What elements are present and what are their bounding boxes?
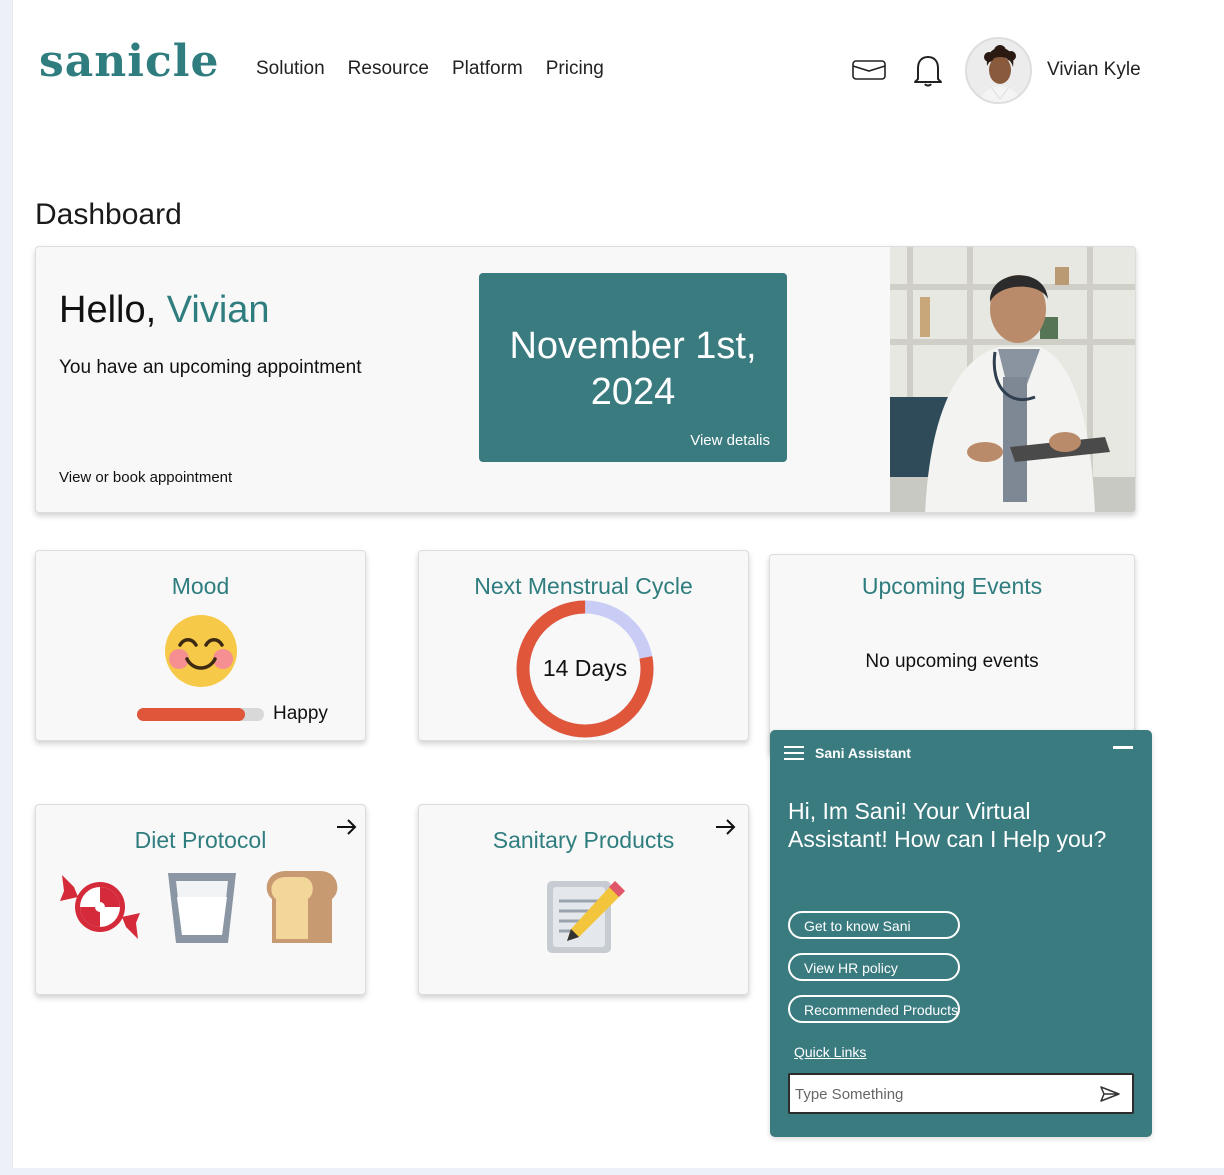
sanitary-products-card[interactable]: Sanitary Products [418, 804, 749, 995]
avatar[interactable] [965, 37, 1032, 104]
welcome-card: Hello, Vivian You have an upcoming appoi… [35, 246, 1136, 513]
sanicle-logo[interactable]: sanicle [39, 36, 220, 87]
page-title: Dashboard [35, 198, 182, 231]
hamburger-menu-icon[interactable] [784, 745, 804, 761]
menstrual-cycle-card[interactable]: Next Menstrual Cycle 14 Days [418, 550, 749, 741]
arrow-right-icon[interactable] [336, 818, 358, 836]
bread-icon [266, 871, 338, 943]
bell-icon[interactable] [911, 52, 945, 88]
nav-platform[interactable]: Platform [452, 58, 523, 80]
view-details-link[interactable]: View detalis [690, 432, 770, 449]
cycle-donut-chart: 14 Days [516, 600, 654, 738]
diet-protocol-card[interactable]: Diet Protocol [35, 804, 366, 995]
arrow-right-icon[interactable] [715, 818, 737, 836]
greeting-prefix: Hello, [59, 289, 157, 331]
minimize-button[interactable] [1113, 746, 1133, 749]
option-view-hr-policy[interactable]: View HR policy [788, 953, 960, 981]
appointment-notice: You have an upcoming appointment [59, 357, 362, 378]
greeting: Hello, Vivian [59, 289, 270, 332]
user-name[interactable]: Vivian Kyle [1047, 59, 1141, 81]
sanitary-title: Sanitary Products [492, 827, 675, 853]
option-get-to-know-sani[interactable]: Get to know Sani [788, 911, 960, 939]
events-empty-message: No upcoming events [865, 651, 1039, 672]
book-appointment-link[interactable]: View or book appointment [59, 469, 232, 486]
bottom-edge [0, 1168, 1224, 1175]
avatar-portrait-icon [967, 39, 1030, 102]
nav-pricing[interactable]: Pricing [546, 58, 604, 80]
cycle-days-label: 14 Days [543, 655, 627, 681]
chat-input[interactable] [795, 1084, 1085, 1104]
assistant-title: Sani Assistant [815, 745, 911, 761]
events-title: Upcoming Events [861, 573, 1043, 599]
dashboard-page: sanicle Solution Resource Platform Prici… [12, 0, 1212, 1168]
appointment-date: November 1st, 2024 [509, 325, 757, 413]
mood-card[interactable]: Mood Happy [35, 550, 366, 741]
chat-input-box [788, 1073, 1134, 1114]
greeting-name: Vivian [166, 289, 270, 331]
option-recommended-products[interactable]: Recommended Products [788, 995, 960, 1023]
diet-title: Diet Protocol [134, 827, 267, 853]
nav-resource[interactable]: Resource [348, 58, 429, 80]
quick-links[interactable]: Quick Links [794, 1044, 866, 1060]
mood-level-fill [137, 708, 245, 721]
mood-title: Mood [171, 573, 230, 599]
mood-label: Happy [273, 703, 328, 724]
mood-level-bar [137, 708, 264, 721]
assistant-greeting: Hi, Im Sani! Your Virtual Assistant! How… [788, 798, 1107, 852]
smiling-face-icon [165, 615, 237, 687]
milk-glass-icon [168, 873, 236, 943]
memo-pencil-icon [547, 881, 625, 953]
doctor-photo [890, 247, 1135, 512]
main-nav: Solution Resource Platform Pricing [256, 58, 604, 80]
nav-solution[interactable]: Solution [256, 58, 325, 80]
appointment-card[interactable]: November 1st, 2024 View detalis [479, 273, 787, 462]
left-edge [0, 0, 12, 1175]
upcoming-events-card[interactable]: Upcoming Events No upcoming events [769, 554, 1135, 754]
candy-icon [60, 875, 140, 939]
cycle-title: Next Menstrual Cycle [474, 573, 693, 599]
assistant-panel: Sani Assistant Hi, Im Sani! Your Virtual… [770, 730, 1152, 1137]
mail-icon[interactable] [851, 58, 887, 82]
send-icon[interactable] [1100, 1086, 1120, 1102]
